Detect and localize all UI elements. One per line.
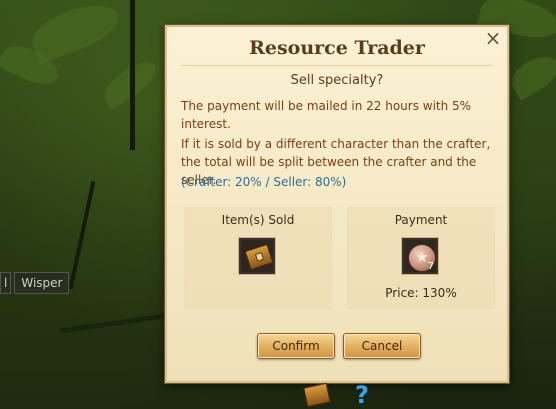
resource-trader-dialog: Resource Trader × Sell specialty? The pa… xyxy=(165,25,509,383)
payment-message: The payment will be mailed in 22 hours w… xyxy=(181,99,472,131)
close-icon[interactable]: × xyxy=(483,28,503,48)
specialty-chest-icon xyxy=(244,243,274,271)
split-ratio-note: (Crafter: 20% / Seller: 80%) xyxy=(181,175,347,189)
items-sold-panel: Item(s) Sold xyxy=(184,207,332,309)
chat-tabs: l Wisper xyxy=(0,272,70,294)
price-text: Price: 130% xyxy=(385,286,457,300)
cancel-button[interactable]: Cancel xyxy=(343,333,421,359)
payment-quantity: 7 xyxy=(427,261,434,272)
title-divider xyxy=(181,65,493,66)
sell-question: Sell specialty? xyxy=(290,73,384,88)
chat-tab-wisper[interactable]: Wisper xyxy=(14,272,70,294)
payment-slot[interactable]: ★ 7 xyxy=(402,238,438,274)
items-sold-slot[interactable] xyxy=(239,238,275,274)
payment-panel: Payment ★ 7 Price: 130% xyxy=(347,207,495,309)
payment-label: Payment xyxy=(394,213,448,227)
items-sold-label: Item(s) Sold xyxy=(221,213,295,227)
chat-tab-l[interactable]: l xyxy=(0,272,12,294)
help-icon[interactable]: ? xyxy=(355,381,369,409)
dialog-title: Resource Trader xyxy=(249,37,425,59)
confirm-button[interactable]: Confirm xyxy=(257,333,335,359)
